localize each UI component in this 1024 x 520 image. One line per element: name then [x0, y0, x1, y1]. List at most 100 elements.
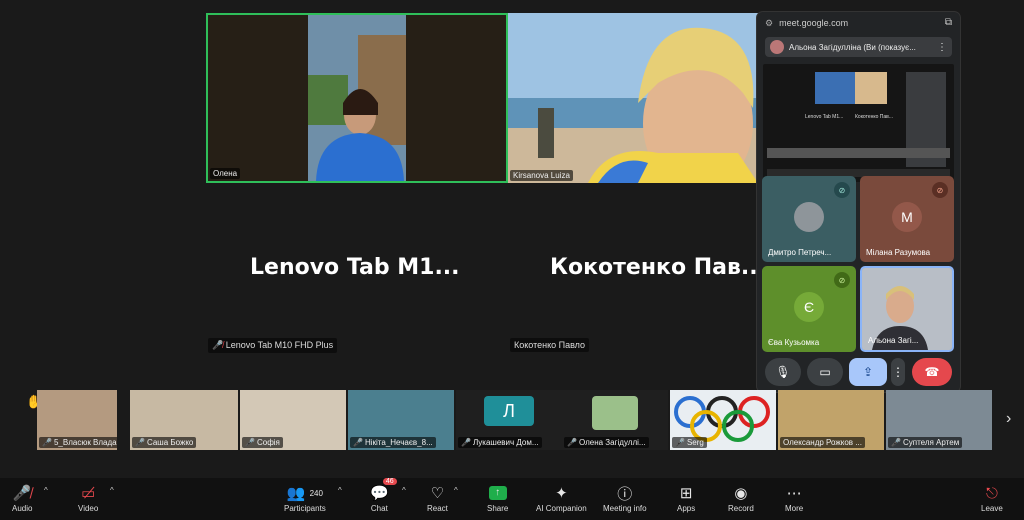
mic-muted-icon: ⊘ [932, 182, 948, 198]
video-button[interactable]: ▭̸ Video [78, 482, 98, 513]
participant-name-tag: 🎤 Софія [242, 437, 283, 448]
participant-name-tag: Kirsanova Luiza [510, 170, 573, 181]
participant-tile-self[interactable]: ⫼ Альона Загі... [860, 266, 954, 352]
participant-name-tag: 🎤 Саша Божко [132, 437, 197, 448]
participant-tile[interactable]: 🎤 5_Власюк Влада [37, 390, 117, 450]
more-options-button[interactable]: ⋮ [891, 358, 905, 386]
audio-button[interactable]: 🎤̸ Audio [12, 482, 32, 513]
meet-pip-window[interactable]: ⚙ meet.google.com ⧉ Альона Загідулліна (В… [757, 12, 960, 392]
video-feed [208, 15, 506, 181]
participant-name-tag: 🎤̸ Lenovo Tab M10 FHD Plus [208, 338, 338, 353]
participant-name-tag: 🎤 5_Власюк Влада [39, 437, 117, 448]
leave-icon: ⎋ [985, 484, 998, 502]
video-off-icon: ▭̸ [81, 485, 96, 502]
participant-name: Мілана Разумова [866, 248, 931, 257]
meeting-info-label: Meeting info [603, 504, 647, 513]
participant-name: Лукашевич Дом... [472, 438, 539, 447]
participant-display-name: Lenovo Tab M1... [250, 255, 460, 280]
participant-name: Софія [256, 438, 280, 447]
participants-button[interactable]: 👥 240 Participants [284, 482, 326, 513]
record-label: Record [728, 504, 754, 513]
participant-tile[interactable]: 🎤 Софія [240, 390, 346, 450]
participant-display-name: Кокотенко Пав... [550, 255, 766, 280]
leave-button[interactable]: ⎋ Leave [981, 482, 1003, 514]
hang-up-icon: ☎ [924, 365, 940, 379]
participant-tile[interactable]: ⊘ Є Єва Кузьомка [762, 266, 856, 352]
more-label: More [785, 504, 804, 513]
mic-icon: 🎙 [775, 365, 791, 379]
present-button[interactable]: ⇪ [849, 358, 887, 386]
participant-tile[interactable]: Л 🎤 Лукашевич Дом... [456, 390, 562, 450]
participant-tile[interactable]: Олександр Рожков ... [778, 390, 884, 450]
chat-button[interactable]: 💬 46 Chat [370, 478, 397, 513]
participant-tile[interactable]: 🎤 Олена Загідуллі... [562, 390, 668, 450]
participants-count: 240 [309, 488, 323, 498]
ai-companion-label: AI Companion [536, 504, 587, 513]
participant-name: Саша Божко [146, 438, 194, 447]
video-options-caret-icon[interactable]: ^ [110, 486, 114, 495]
react-button[interactable]: ♡ React [427, 482, 448, 513]
chat-label: Chat [370, 504, 388, 513]
apps-button[interactable]: ⊞ Apps [677, 482, 695, 513]
video-tile-olena[interactable]: Олена [206, 13, 508, 183]
mic-button[interactable]: 🎙 [765, 358, 801, 386]
record-icon: ◉ [734, 485, 748, 502]
participant-name: 5_Власюк Влада [53, 438, 117, 447]
mic-muted-icon: 🎤 [353, 438, 363, 447]
chat-icon: 💬 46 [370, 478, 397, 504]
preview-label: Кокотенко Пав... [855, 114, 893, 120]
url-text: meet.google.com [779, 18, 849, 28]
mic-muted-icon: 🎤̸ [12, 485, 32, 502]
more-button[interactable]: ⋯ More [785, 482, 803, 513]
participant-name-tag: 🎤 Лукашевич Дом... [458, 437, 542, 448]
screen-share-preview: Lenovo Tab M1... Кокотенко Пав... [763, 64, 954, 182]
avatar: Л [484, 396, 534, 426]
site-settings-icon: ⚙ [765, 18, 774, 28]
camera-button[interactable]: ▭ [807, 358, 843, 386]
presenter-bar[interactable]: Альона Загідулліна (Ви (показує... ⋮ [765, 37, 952, 57]
present-screen-icon: ⇪ [862, 365, 874, 379]
participant-name: Суптеля Артем [902, 438, 960, 447]
record-button[interactable]: ◉ Record [728, 482, 754, 513]
share-button[interactable]: ↑ Share [487, 482, 508, 513]
meeting-info-button[interactable]: ⓘ Meeting info [603, 482, 647, 514]
mic-muted-icon: 🎤 [675, 438, 685, 447]
audio-label: Audio [12, 504, 33, 513]
avatar: Є [794, 292, 824, 322]
audio-options-caret-icon[interactable]: ^ [44, 486, 48, 495]
participant-name: Дмитро Петреч... [768, 248, 832, 257]
chat-badge: 46 [382, 478, 397, 485]
participants-icon: 👥 240 [286, 485, 323, 502]
mic-muted-icon: 🎤 [135, 438, 145, 447]
share-label: Share [487, 504, 509, 513]
participant-tile[interactable]: 🎤 Суптеля Артем [886, 390, 992, 450]
participant-name: Альона Загі... [868, 336, 919, 345]
back-to-tab-icon[interactable]: ⧉ [945, 17, 952, 28]
participant-tile[interactable]: 🎤 Нікіта_Нечаєв_8... [348, 390, 454, 450]
participant-tile[interactable]: 🎤 Serg [670, 390, 776, 450]
video-feed [508, 13, 758, 183]
more-horizontal-icon: ⋯ [786, 485, 802, 502]
next-page-arrow-icon[interactable]: › [1006, 410, 1011, 428]
participants-options-caret-icon[interactable]: ^ [338, 486, 342, 495]
participant-tile[interactable]: 🎤 Саша Божко [130, 390, 238, 450]
avatar [592, 396, 638, 430]
avatar [770, 40, 784, 54]
ai-companion-button[interactable]: ✦ AI Companion [536, 482, 587, 513]
chat-options-caret-icon[interactable]: ^ [402, 486, 406, 495]
more-options-icon[interactable]: ⋮ [937, 42, 947, 53]
mic-muted-icon: 🎤 [245, 438, 255, 447]
participant-tile[interactable]: ⊘ M Мілана Разумова [860, 176, 954, 262]
participant-name-tag: 🎤 Нікіта_Нечаєв_8... [350, 437, 436, 448]
participant-tile[interactable]: ⊘ Дмитро Петреч... [762, 176, 856, 262]
more-vert-icon: ⋮ [892, 365, 904, 379]
preview-tile [855, 72, 887, 104]
apps-icon: ⊞ [679, 485, 693, 502]
preview-strip [767, 148, 950, 158]
participant-name-tag: Олена [210, 168, 241, 179]
video-tile-kirsanova[interactable]: Kirsanova Luiza [508, 13, 758, 183]
end-call-button[interactable]: ☎ [912, 358, 952, 386]
info-icon: ⓘ [617, 485, 633, 503]
preview-tile [815, 72, 855, 104]
react-options-caret-icon[interactable]: ^ [454, 486, 458, 495]
